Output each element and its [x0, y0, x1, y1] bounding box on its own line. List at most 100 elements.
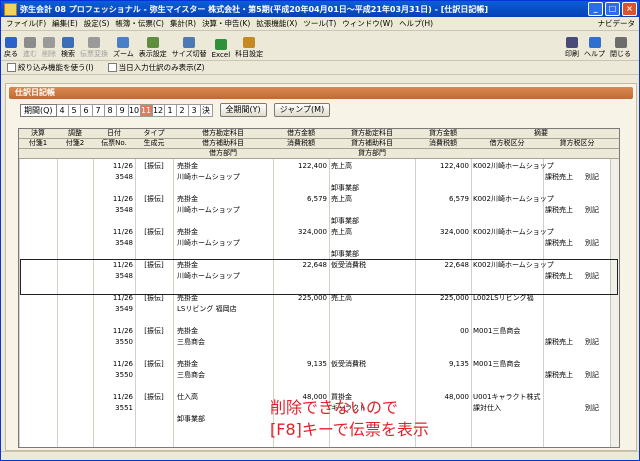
column-header[interactable]: 貸方金額 [415, 129, 471, 138]
tax-method[interactable]: 別記 [585, 172, 611, 183]
credit-department[interactable]: 卸事業部 [331, 216, 413, 227]
maximize-button[interactable]: □ [605, 2, 620, 16]
debit-account[interactable]: 売掛金 [177, 326, 271, 337]
credit-account[interactable]: 売上高 [331, 227, 413, 238]
debit-amount[interactable]: 324,000 [275, 227, 327, 238]
column-header[interactable]: タイプ [135, 129, 173, 138]
entry-date[interactable]: 11/26 [95, 194, 133, 205]
tax-method[interactable]: 別記 [585, 337, 611, 348]
entry-type[interactable]: [振伝] [137, 293, 171, 304]
toolbar-zoom-button[interactable]: ズーム [113, 37, 134, 59]
column-header[interactable]: 日付 [93, 129, 135, 138]
entry-row-sub[interactable]: 3548 川崎ホームショップ 課税売上 別記 [19, 172, 619, 183]
credit-account[interactable]: 売上高 [331, 161, 413, 172]
debit-account[interactable]: 仕入高 [177, 392, 271, 403]
toolbar-resize-button[interactable]: サイズ切替 [172, 37, 207, 59]
toolbar-magnifier-button[interactable]: 検索 [61, 37, 75, 59]
period-month-tab[interactable]: 8 [104, 103, 117, 117]
entry-date[interactable]: 11/26 [95, 392, 133, 403]
entry-row-sub[interactable]: 3548 川崎ホームショップ 課税売上 別記 [19, 238, 619, 249]
entry-date[interactable]: 11/26 [95, 359, 133, 370]
toolbar-account-settings-button[interactable]: 科目設定 [235, 37, 263, 59]
debit-sub-account[interactable]: 川崎ホームショップ [177, 205, 271, 216]
toolbar-display-settings-button[interactable]: 表示設定 [139, 37, 167, 59]
filter-checkbox[interactable] [7, 63, 16, 72]
period-month-tab[interactable]: 決 [200, 103, 213, 117]
entry-type[interactable]: [振伝] [137, 359, 171, 370]
voucher-number[interactable]: 3548 [95, 172, 133, 183]
column-header[interactable]: 貸方勘定科目 [329, 129, 415, 138]
debit-sub-account[interactable]: 川崎ホームショップ [177, 172, 271, 183]
period-month-tab[interactable]: 9 [116, 103, 129, 117]
entry-type[interactable]: [振伝] [137, 161, 171, 172]
tax-method[interactable]: 別記 [585, 403, 611, 414]
period-month-tab[interactable]: 7 [92, 103, 105, 117]
entry-type[interactable]: [振伝] [137, 392, 171, 403]
toolbar-trash-button[interactable]: 削除 [42, 37, 56, 59]
menu-summary[interactable]: 集計(R) [167, 18, 199, 29]
entry-memo[interactable]: K002川崎ホームショップ [473, 194, 613, 205]
entry-row-dept[interactable] [19, 348, 619, 359]
column-header[interactable]: 付箋1 [19, 139, 57, 148]
period-month-tab[interactable]: 6 [80, 103, 93, 117]
voucher-number[interactable]: 3548 [95, 205, 133, 216]
column-header[interactable]: 調整 [57, 129, 93, 138]
menu-edit[interactable]: 編集(E) [49, 18, 81, 29]
entry-row-main[interactable]: 11/26 [振伝] 売掛金 00 M001三島商会 [19, 326, 619, 337]
entry-row-main[interactable]: 11/26 [振伝] 売掛金 6,579 売上高 6,579 K002川崎ホームショップ [19, 194, 619, 205]
period-month-tab[interactable]: 10 [128, 103, 141, 117]
entry-memo[interactable]: L002LSリビング福 [473, 293, 613, 304]
entry-row-main[interactable]: 11/26 [振伝] 売掛金 9,135 仮受消費税 9,135 M001三島商会 [19, 359, 619, 370]
period-month-tab[interactable]: 2 [176, 103, 189, 117]
credit-tax-class[interactable]: 課税売上 [545, 172, 585, 183]
debit-department[interactable]: 卸事業部 [177, 414, 271, 425]
menu-extensions[interactable]: 拡張機能(X) [253, 18, 300, 29]
credit-tax-class[interactable]: 課税売上 [545, 337, 585, 348]
jump-button[interactable]: ジャンプ(M) [273, 103, 331, 117]
entry-row-sub[interactable]: 3550 三島商会 課税売上 別記 [19, 370, 619, 381]
entry-date[interactable]: 11/26 [95, 161, 133, 172]
column-header[interactable]: 借方補助科目 [173, 139, 273, 148]
period-month-tab[interactable]: 4 [56, 103, 69, 117]
credit-account[interactable]: 仮受消費税 [331, 359, 413, 370]
debit-sub-account[interactable]: 川崎ホームショップ [177, 238, 271, 249]
toolbar-close-window-button[interactable]: 閉じる [610, 37, 631, 59]
entry-type[interactable]: [振伝] [137, 227, 171, 238]
tax-method[interactable]: 別記 [585, 370, 611, 381]
column-header[interactable]: 決算 [19, 129, 57, 138]
entry-row-sub[interactable]: 3549 LSリビング 福岡店 [19, 304, 619, 315]
column-header[interactable]: 貸方税区分 [543, 139, 611, 148]
toolbar-printer-button[interactable]: 印刷 [565, 37, 579, 59]
entry-memo[interactable]: M001三島商会 [473, 326, 613, 337]
debit-amount[interactable]: 122,400 [275, 161, 327, 172]
credit-department[interactable]: 卸事業部 [331, 183, 413, 194]
entry-memo[interactable]: M001三島商会 [473, 359, 613, 370]
period-label[interactable]: 期間(Q) [20, 103, 57, 117]
column-header[interactable]: 貸方補助科目 [329, 139, 415, 148]
column-header[interactable]: 借方部門 [173, 149, 273, 158]
menu-help[interactable]: ヘルプ(H) [396, 18, 436, 29]
entry-type[interactable]: [振伝] [137, 194, 171, 205]
entry-row-dept[interactable] [19, 381, 619, 392]
entry-memo[interactable]: U001キャラクト株式 [473, 392, 613, 403]
period-month-tab[interactable]: 12 [152, 103, 165, 117]
debit-account[interactable]: 売掛金 [177, 359, 271, 370]
entry-row-main[interactable]: 11/26 [振伝] 売掛金 324,000 売上高 324,000 K002川崎ホームショ… [19, 227, 619, 238]
voucher-number[interactable]: 3550 [95, 337, 133, 348]
menu-window[interactable]: ウィンドウ(W) [339, 18, 396, 29]
credit-account[interactable]: 売上高 [331, 293, 413, 304]
entry-memo[interactable]: K002川崎ホームショップ [473, 227, 613, 238]
credit-amount[interactable]: 122,400 [417, 161, 469, 172]
tax-method[interactable]: 別記 [585, 205, 611, 216]
debit-amount[interactable]: 6,579 [275, 194, 327, 205]
column-header[interactable]: 借方勘定科目 [173, 129, 273, 138]
column-header[interactable]: 貸方部門 [329, 149, 415, 158]
navi-data-link[interactable]: ナビデータ [598, 18, 640, 29]
column-header[interactable]: 消費税額 [415, 139, 471, 148]
debit-sub-account[interactable]: 三島商会 [177, 370, 271, 381]
menu-settings[interactable]: 設定(S) [81, 18, 113, 29]
voucher-number[interactable]: 3549 [95, 304, 133, 315]
debit-account[interactable]: 売掛金 [177, 194, 271, 205]
credit-tax-class[interactable]: 課税売上 [545, 370, 585, 381]
debit-account[interactable]: 売掛金 [177, 227, 271, 238]
